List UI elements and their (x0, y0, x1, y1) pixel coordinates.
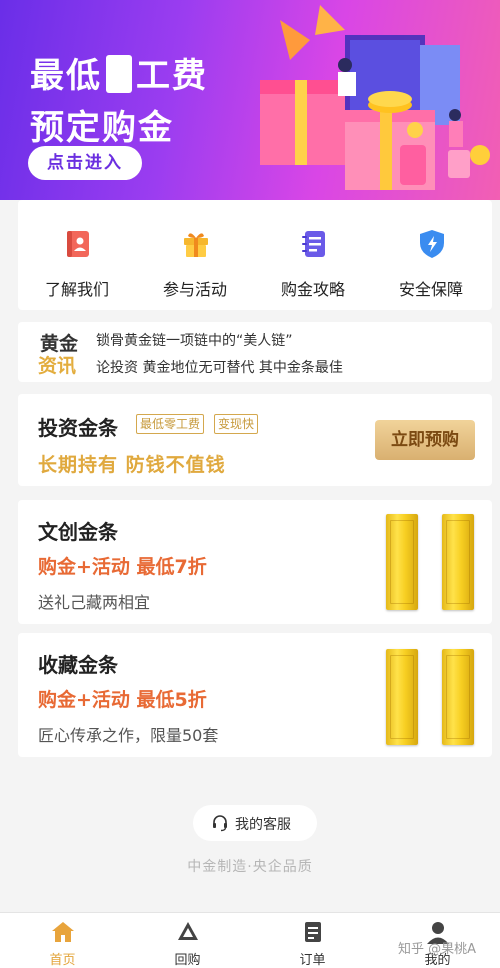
tab-label: 订单 (299, 953, 326, 968)
quick-about-us[interactable]: 了解我们 (18, 200, 136, 310)
product-tag: 最低零工费 (136, 414, 205, 434)
preorder-button[interactable]: 立即预购 (375, 420, 475, 460)
gold-bar-image (386, 649, 418, 745)
product-tag: 变现快 (214, 414, 259, 434)
product-title: 收藏金条 (38, 653, 118, 677)
book-icon (67, 231, 89, 257)
quick-security[interactable]: 安全保障 (372, 200, 490, 310)
product-card-cultural-bar[interactable]: 文创金条 购金+活动 最低7折 送礼己藏两相宜 (18, 500, 492, 624)
news-headline[interactable]: 锁骨黄金链一项链中的“美人链” (96, 330, 293, 350)
banner-headline-1: 最低 工费 (30, 55, 208, 96)
home-icon (52, 922, 74, 942)
recycle-icon (178, 922, 198, 940)
watermark: 知乎 @果桃A (398, 942, 477, 957)
news-headline[interactable]: 论投资 黄金地位无可替代 其中金条最佳 (96, 357, 343, 377)
product-card-investment-bar[interactable]: 投资金条 最低零工费 变现快 长期持有 防钱不值钱 立即预购 (18, 394, 492, 486)
quick-label: 参与活动 (162, 280, 227, 299)
product-promo: 购金+活动 最低5折 (38, 689, 207, 711)
gold-news-ticker[interactable]: 黄金 资讯 锁骨黄金链一项链中的“美人链” 论投资 黄金地位无可替代 其中金条最… (18, 322, 492, 382)
zero-glyph (106, 55, 132, 93)
tab-buyback[interactable]: 回购 (125, 913, 250, 968)
order-icon (305, 922, 321, 942)
product-subtitle: 长期持有 防钱不值钱 (38, 454, 226, 476)
tab-label: 回购 (174, 953, 201, 968)
quick-label: 了解我们 (44, 280, 109, 299)
product-title: 投资金条 (38, 416, 118, 440)
quick-label: 购金攻略 (280, 280, 345, 299)
quick-label: 安全保障 (398, 280, 463, 299)
gold-bar-image (442, 649, 474, 745)
tab-orders[interactable]: 订单 (250, 913, 375, 968)
banner-headline-2: 预定购金 (30, 108, 174, 148)
gift-icon (184, 233, 208, 257)
tab-label: 首页 (49, 953, 76, 968)
product-desc: 送礼己藏两相宜 (38, 593, 151, 612)
quick-buying-guide[interactable]: 购金攻略 (254, 200, 372, 310)
footer-slogan: 中金制造·央企品质 (187, 859, 313, 875)
customer-service-button[interactable]: 我的客服 (193, 805, 317, 841)
promo-banner[interactable]: 最低 工费 预定购金 点击进入 (0, 0, 500, 200)
enter-button[interactable]: 点击进入 (28, 146, 142, 180)
gift-boxes-illustration (260, 5, 490, 190)
headset-icon (213, 815, 227, 832)
product-title: 文创金条 (38, 520, 118, 544)
product-promo: 购金+活动 最低7折 (38, 556, 207, 578)
gold-bar-image (442, 514, 474, 610)
product-card-collection-bar[interactable]: 收藏金条 购金+活动 最低5折 匠心传承之作，限量50套 (18, 633, 492, 757)
shield-icon (420, 230, 444, 258)
gold-bar-image (386, 514, 418, 610)
news-badge-bottom: 资讯 (38, 355, 77, 377)
service-label: 我的客服 (235, 817, 291, 833)
tab-home[interactable]: 首页 (0, 913, 125, 968)
product-desc: 匠心传承之作，限量50套 (38, 726, 219, 745)
notebook-icon (302, 231, 325, 257)
quick-nav: 了解我们 参与活动 购金攻略 安全保障 (18, 200, 492, 310)
quick-activities[interactable]: 参与活动 (136, 200, 254, 310)
